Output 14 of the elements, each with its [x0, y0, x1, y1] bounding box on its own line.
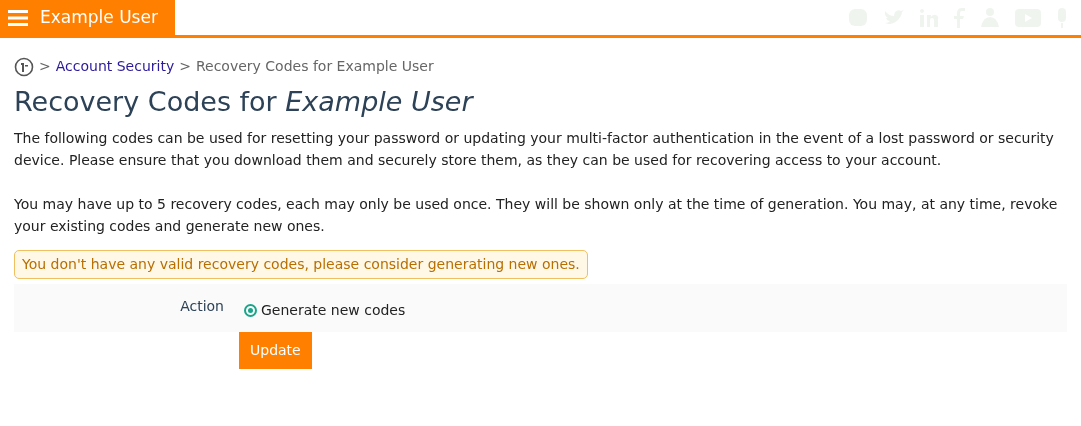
description-paragraph: You may have up to 5 recovery codes, each may only be used once. They will be shown only at the time of generation. You may, at any time, revoke your existing codes and generate new ones.: [14, 194, 1059, 236]
radio-button[interactable]: [244, 304, 257, 318]
warning-message: You don't have any valid recovery codes, please consider generating new ones.: [14, 249, 588, 279]
menu-icon[interactable]: [8, 9, 28, 26]
page-heading: Recovery Codes for Example User: [14, 85, 475, 119]
description-paragraph: The following codes can be used for resetting your password or updating your multi-factor authentication in the event of a lost password or security device. Please ensure that you download them and securely store them, as they can be used for recovering access to your account.: [14, 128, 1055, 170]
user-name: Example User: [40, 5, 158, 29]
breadcrumb-current: Recovery Codes for Example User: [195, 57, 434, 76]
radio-label[interactable]: Generate new codes: [261, 300, 406, 322]
field-label: Action: [179, 297, 224, 317]
breadcrumb-separator: >: [179, 57, 191, 76]
breadcrumb-link[interactable]: Account Security: [55, 56, 175, 77]
breadcrumb-separator: >: [39, 57, 51, 76]
logo-icon[interactable]: [14, 56, 34, 77]
